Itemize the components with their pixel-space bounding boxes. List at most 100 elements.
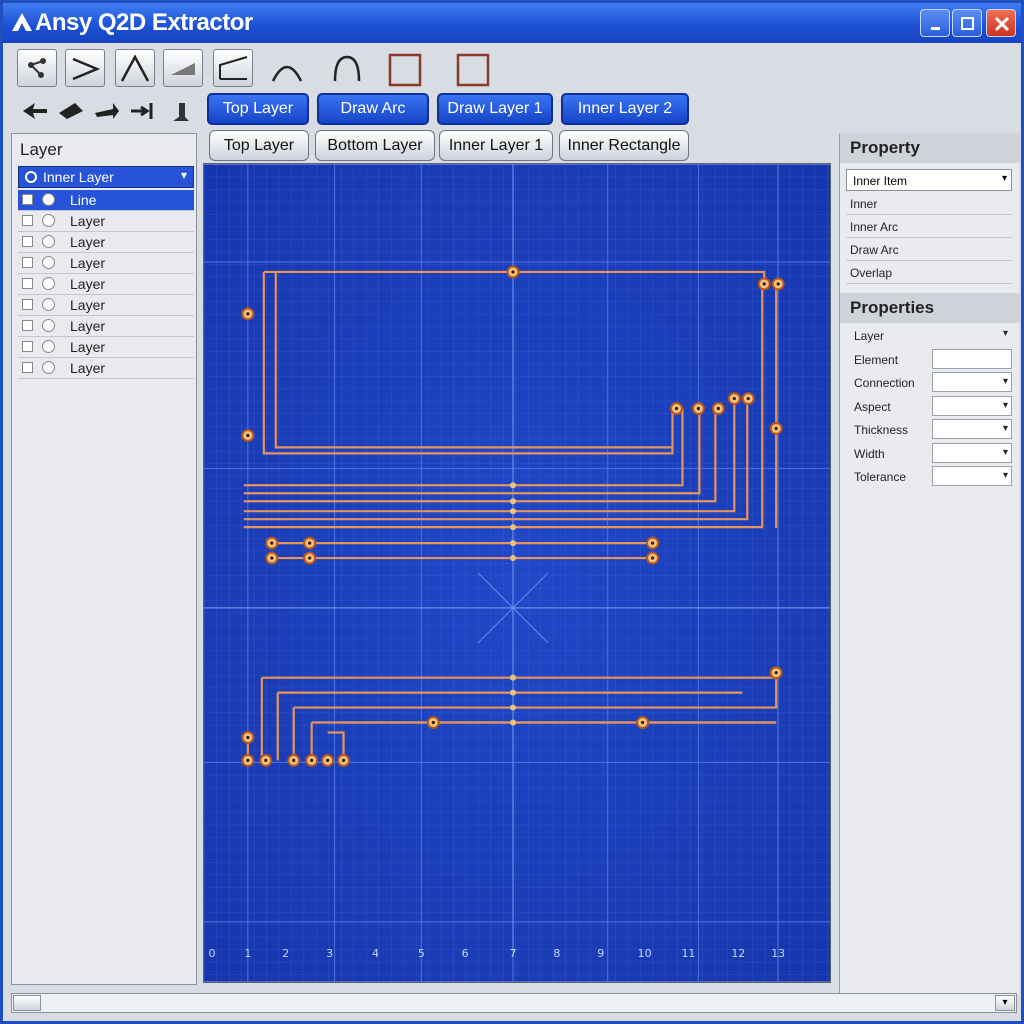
visibility-checkbox[interactable] xyxy=(22,215,33,226)
layer-row-label: Line xyxy=(70,192,97,208)
scroll-right-button[interactable]: ▾ xyxy=(995,995,1015,1011)
pad-hole xyxy=(732,396,736,401)
property-row: Aspect ▾ xyxy=(846,395,1012,418)
curve-tool[interactable] xyxy=(265,49,305,87)
layer-row-label: Layer xyxy=(70,339,106,355)
arrow-up-icon[interactable] xyxy=(167,99,195,123)
layer-select[interactable]: Inner Layer ▾ xyxy=(18,166,194,188)
app-title: Ansy Q2D Extractor xyxy=(35,9,253,36)
property-row: Connection ▾ xyxy=(846,372,1012,394)
layer-row[interactable]: Layer xyxy=(18,253,194,274)
polyline-tool[interactable] xyxy=(115,49,155,87)
layer-row[interactable]: Layer xyxy=(18,232,194,253)
top-layer-button[interactable]: Top Layer xyxy=(207,93,309,125)
app-logo-icon xyxy=(12,13,32,31)
layer-row[interactable]: Layer xyxy=(18,316,194,337)
pad-hole xyxy=(650,541,655,545)
layer-row-label: Layer xyxy=(70,234,106,250)
pad-hole xyxy=(511,270,515,274)
layer-row[interactable]: Layer xyxy=(18,211,194,232)
close-icon xyxy=(994,16,1010,32)
visibility-checkbox[interactable] xyxy=(22,257,33,268)
property-select[interactable]: Inner Item ▾ xyxy=(846,169,1012,191)
visibility-checkbox[interactable] xyxy=(22,341,33,352)
layer-panel-header: Layer xyxy=(20,140,63,159)
rectangle-outline-icon xyxy=(456,53,490,87)
select-tool-icon xyxy=(28,58,46,78)
rectangle-tool-icon xyxy=(388,53,422,87)
minimize-button[interactable] xyxy=(920,9,950,37)
layer-dot-icon xyxy=(42,193,55,206)
pad-hole xyxy=(431,720,435,725)
angle-tool-icon xyxy=(219,56,248,80)
layer-dot-icon xyxy=(42,319,55,332)
app-window: Ansy Q2D Extractor Top Layer Draw Arc Dr… xyxy=(0,0,1024,1024)
pad-hole xyxy=(310,758,314,762)
horizontal-scrollbar[interactable]: ▾ xyxy=(11,993,1017,1013)
property-field[interactable]: ▾ xyxy=(932,419,1012,439)
tab-top-layer[interactable]: Top Layer xyxy=(209,130,309,161)
draw-arc-button[interactable]: Draw Arc xyxy=(317,93,429,125)
x-tick-label: 11 xyxy=(681,947,695,960)
pad-hole xyxy=(246,735,250,740)
tab-inner-rectangle[interactable]: Inner Rectangle xyxy=(559,130,689,161)
property-item[interactable]: Draw Arc xyxy=(846,239,1012,261)
property-row: Width ▾ xyxy=(846,442,1012,465)
via-dot xyxy=(510,555,517,562)
arrow-end-icon[interactable] xyxy=(129,99,157,123)
x-tick-label: 8 xyxy=(553,947,560,960)
property-field[interactable]: ▾ xyxy=(932,395,1012,416)
maximize-button[interactable] xyxy=(952,9,982,37)
pad-hole xyxy=(746,396,750,401)
property-item[interactable]: Overlap xyxy=(846,262,1012,284)
property-row: Tolerance ▾ xyxy=(846,466,1012,488)
property-field[interactable]: ▾ xyxy=(932,372,1012,392)
visibility-checkbox[interactable] xyxy=(22,278,33,289)
pad-hole xyxy=(246,433,250,438)
polyline-tool-icon xyxy=(120,54,150,82)
layer-row[interactable]: Layer xyxy=(18,337,194,358)
x-tick-label: 2 xyxy=(282,947,289,960)
tab-inner-layer-1[interactable]: Inner Layer 1 xyxy=(439,130,553,161)
line-tool[interactable] xyxy=(65,49,105,87)
property-item[interactable]: Inner xyxy=(846,193,1012,215)
pad-hole xyxy=(641,720,645,725)
x-tick-label: 10 xyxy=(638,947,652,960)
pcb-canvas[interactable]: 0 1 2 3 4 5 6 7 8 9 10 11 12 13 xyxy=(203,163,831,983)
arch-tool[interactable] xyxy=(325,49,365,87)
inner-layer-2-button[interactable]: Inner Layer 2 xyxy=(561,93,689,125)
close-button[interactable] xyxy=(986,9,1016,37)
select-tool[interactable] xyxy=(17,49,57,87)
property-item[interactable]: Inner Arc xyxy=(846,216,1012,238)
chevron-down-icon: ▾ xyxy=(1002,328,1008,339)
arrow-diag-icon[interactable] xyxy=(57,99,85,123)
rectangle-tool[interactable] xyxy=(383,49,423,87)
pad-hole xyxy=(774,671,778,675)
property-field[interactable]: ▾ xyxy=(932,442,1012,463)
scrollbar-thumb[interactable] xyxy=(13,995,41,1011)
property-header: Property xyxy=(840,133,1020,163)
visibility-checkbox[interactable] xyxy=(22,299,33,310)
x-tick-label: 7 xyxy=(510,947,517,960)
rectangle-tool-2[interactable] xyxy=(451,49,491,87)
visibility-checkbox[interactable] xyxy=(22,320,33,331)
draw-layer-1-button[interactable]: Draw Layer 1 xyxy=(437,93,553,125)
chevron-down-icon: ▾ xyxy=(1001,173,1007,184)
visibility-checkbox[interactable] xyxy=(22,236,33,247)
visibility-checkbox[interactable] xyxy=(22,194,33,205)
layer-row[interactable]: Line xyxy=(18,190,194,211)
property-field[interactable]: ▾ xyxy=(932,466,1012,486)
arrow-right-icon[interactable] xyxy=(93,99,121,123)
layer-row[interactable]: Layer xyxy=(18,274,194,295)
layer-row[interactable]: Layer xyxy=(18,295,194,316)
arc-tool[interactable] xyxy=(163,49,203,87)
tab-bottom-layer[interactable]: Bottom Layer xyxy=(315,130,435,161)
angle-tool[interactable] xyxy=(213,49,253,87)
property-row: Thickness ▾ xyxy=(846,419,1012,441)
layer-row-label: Layer xyxy=(70,213,106,229)
property-field[interactable] xyxy=(932,348,1012,369)
arrow-left-icon[interactable] xyxy=(21,99,49,123)
layer-row[interactable]: Layer xyxy=(18,358,194,379)
layer-row-label: Layer xyxy=(70,318,106,334)
visibility-checkbox[interactable] xyxy=(22,362,33,373)
